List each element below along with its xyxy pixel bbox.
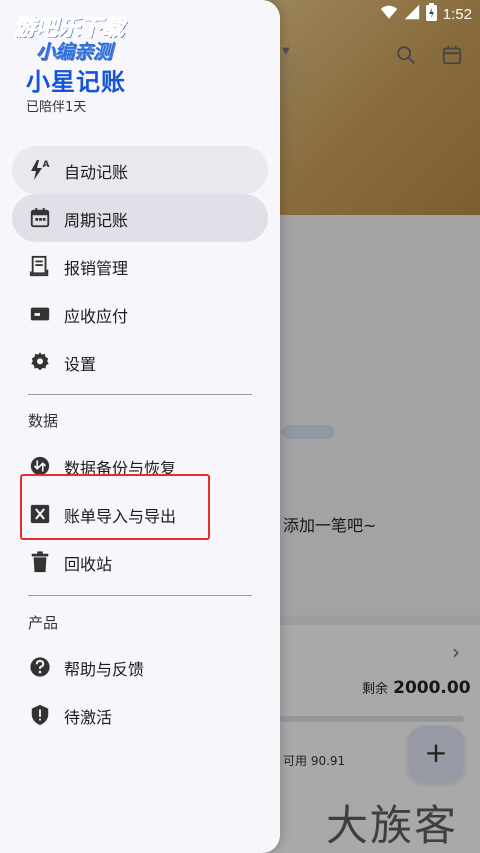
wifi-icon — [380, 4, 398, 24]
gear-icon — [28, 350, 52, 374]
calendar-icon — [28, 206, 52, 230]
menu-item-recycle-bin[interactable]: 回收站 — [12, 538, 268, 586]
receipt-icon — [28, 254, 52, 278]
menu-item-periodic-bookkeeping[interactable]: 周期记账 — [12, 194, 268, 242]
menu-item-settings[interactable]: 设置 — [12, 338, 268, 386]
menu-label: 待激活 — [64, 708, 113, 727]
card-icon — [28, 302, 52, 326]
status-time: 1:52 — [442, 5, 472, 23]
menu-item-receivables[interactable]: 应收应付 — [12, 290, 268, 338]
status-bar: 1:52 — [380, 3, 472, 25]
menu-label: 设置 — [64, 355, 97, 374]
section-header-data: 数据 — [28, 412, 59, 430]
app-name: 小星记账 — [26, 68, 126, 96]
divider — [28, 595, 252, 596]
divider — [28, 394, 252, 395]
help-icon — [28, 655, 52, 679]
menu-label: 应收应付 — [64, 307, 129, 326]
battery-icon — [425, 3, 437, 25]
section-header-product: 产品 — [28, 614, 59, 632]
menu-label: 帮助与反馈 — [64, 660, 145, 679]
signal-icon — [404, 4, 420, 24]
watermark-line2: 小编亲测 — [36, 41, 113, 63]
auto-bookkeeping-icon: A — [28, 158, 52, 182]
trash-icon — [28, 550, 52, 574]
navigation-drawer: 游吧乐下载 小编亲测 小星记账 已陪伴1天 A 自动记账 周期记账 报销管理 应… — [0, 0, 280, 853]
menu-item-reimbursement[interactable]: 报销管理 — [12, 242, 268, 290]
menu-label: 报销管理 — [64, 259, 129, 278]
menu-item-auto-bookkeeping[interactable]: A 自动记账 — [12, 146, 268, 194]
highlight-box — [20, 474, 210, 540]
menu-label: 回收站 — [64, 555, 113, 574]
svg-text:A: A — [43, 160, 50, 170]
menu-item-help-feedback[interactable]: 帮助与反馈 — [12, 643, 268, 691]
menu-label: 周期记账 — [64, 211, 129, 230]
watermark-bottom: 大族客 — [326, 801, 459, 850]
menu-item-pending-activation[interactable]: 待激活 — [12, 691, 268, 739]
companion-days: 已陪伴1天 — [26, 100, 87, 115]
menu-label: 自动记账 — [64, 163, 129, 182]
shield-icon — [28, 703, 52, 727]
